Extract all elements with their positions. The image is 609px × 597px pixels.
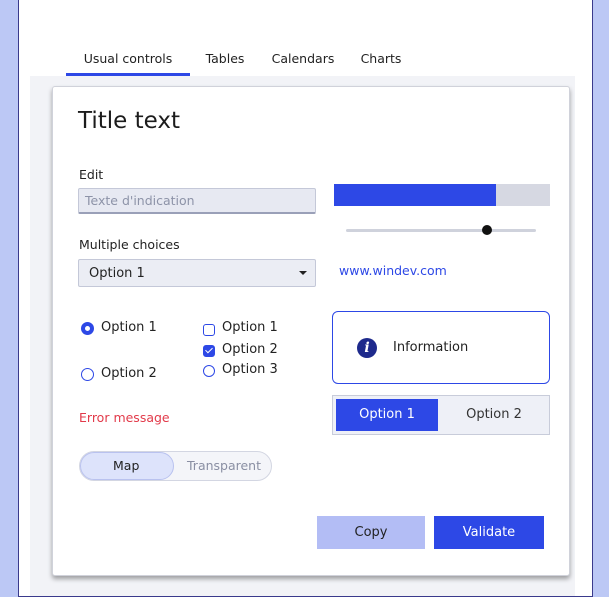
checkbox-option-1-label: Option 1 <box>222 320 278 335</box>
checkbox-option-3-label: Option 3 <box>222 362 278 377</box>
checkbox-option-1[interactable] <box>203 324 215 336</box>
tab-calendars[interactable]: Calendars <box>268 36 338 76</box>
checkbox-option-3[interactable] <box>203 365 215 377</box>
edit-input[interactable]: Texte d'indication <box>78 188 316 214</box>
multiple-choices-combo[interactable]: Option 1 <box>78 259 316 287</box>
combo-value: Option 1 <box>89 266 145 281</box>
slider-track[interactable] <box>346 229 536 232</box>
copy-button[interactable]: Copy <box>317 516 425 549</box>
radio-option-2-label: Option 2 <box>101 366 157 381</box>
edit-label: Edit <box>79 167 104 182</box>
segment-option-1[interactable]: Option 1 <box>336 399 438 431</box>
checkbox-option-2[interactable] <box>203 345 215 357</box>
tab-usual-controls[interactable]: Usual controls <box>66 36 190 76</box>
switch-transparent-label[interactable]: Transparent <box>187 458 261 473</box>
windev-link[interactable]: www.windev.com <box>339 263 447 278</box>
slider-thumb[interactable] <box>481 225 492 235</box>
switch-map-label[interactable]: Map <box>113 458 139 473</box>
segment-option-2[interactable]: Option 2 <box>441 399 547 431</box>
segmented-control: Option 1 Option 2 <box>332 395 550 435</box>
multiple-choices-label: Multiple choices <box>79 237 180 252</box>
chevron-down-icon <box>299 271 307 275</box>
checkbox-option-2-label: Option 2 <box>222 342 278 357</box>
information-box: i Information <box>332 311 550 384</box>
tab-tables[interactable]: Tables <box>200 36 250 76</box>
radio-option-1[interactable] <box>81 322 94 335</box>
radio-option-1-label: Option 1 <box>101 320 157 335</box>
progress-bar <box>334 184 550 206</box>
information-text: Information <box>393 340 469 355</box>
tab-charts[interactable]: Charts <box>356 36 406 76</box>
validate-button[interactable]: Validate <box>434 516 544 549</box>
info-icon: i <box>357 338 377 358</box>
page-title: Title text <box>78 108 180 134</box>
map-transparent-switch[interactable]: Map Transparent <box>79 451 272 481</box>
error-message: Error message <box>79 410 170 425</box>
radio-option-2[interactable] <box>81 368 94 381</box>
tab-bar: Usual controls Tables Calendars Charts <box>50 36 570 76</box>
progress-fill <box>334 184 496 206</box>
